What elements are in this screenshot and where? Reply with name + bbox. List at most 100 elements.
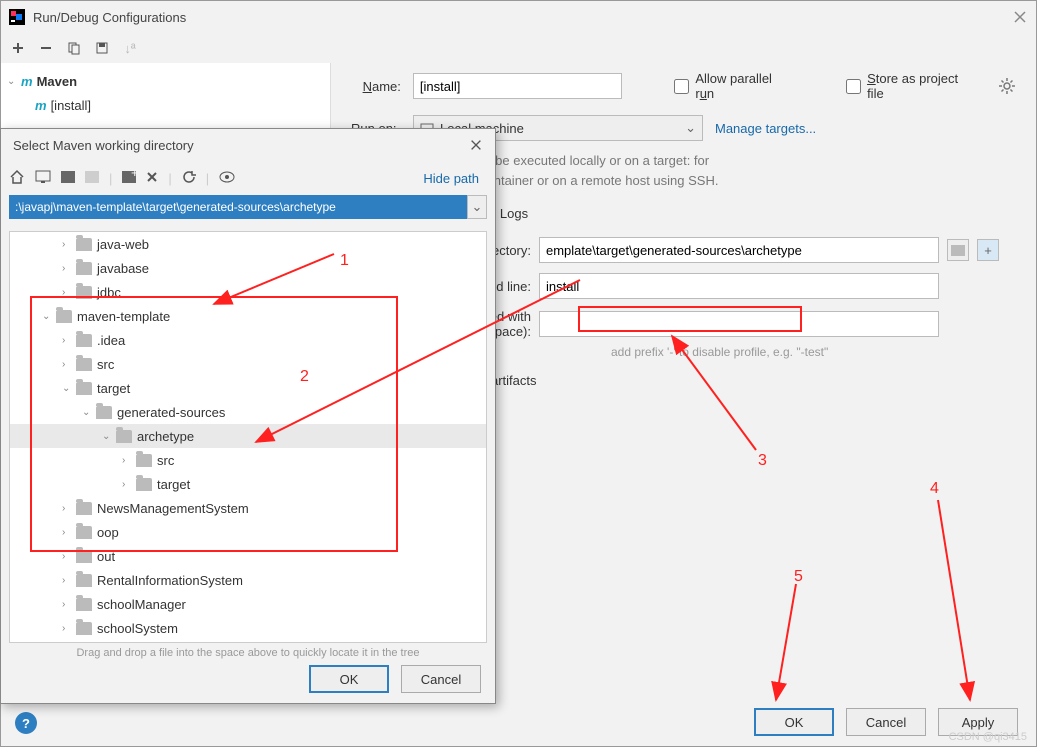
refresh-icon[interactable] xyxy=(182,170,196,187)
chevron-right-icon[interactable]: › xyxy=(62,551,76,562)
folder-node[interactable]: ›schoolManager xyxy=(10,592,486,616)
folder-icon xyxy=(76,262,92,275)
workdir-input[interactable] xyxy=(539,237,939,263)
cmdline-input[interactable] xyxy=(539,273,939,299)
folder-node[interactable]: ›oop xyxy=(10,520,486,544)
folder-node[interactable]: › schoolSystem xyxy=(10,616,486,640)
folder-icon xyxy=(56,310,72,323)
folder-node[interactable]: › java-web xyxy=(10,232,486,256)
directory-tree[interactable]: › java-web ›javabase›jdbc⌄maven-template ›.… xyxy=(9,231,487,643)
gear-icon[interactable] xyxy=(998,77,1016,95)
popup-cancel-button[interactable]: Cancel xyxy=(401,665,481,693)
folder-label: src xyxy=(97,357,114,372)
folder-node[interactable]: › NewsManagementSystem xyxy=(10,496,486,520)
folder-label: generated-sources xyxy=(117,405,225,420)
folder-node[interactable]: ⌄ generated-sources xyxy=(10,400,486,424)
chevron-down-icon[interactable]: ⌄ xyxy=(102,431,116,442)
name-input[interactable] xyxy=(413,73,623,99)
close-icon[interactable] xyxy=(1012,9,1028,25)
folder-icon xyxy=(136,454,152,467)
popup-toolbar: | + | | Hide path xyxy=(1,161,495,195)
browse-folder-icon[interactable] xyxy=(947,239,969,261)
sort-icon[interactable]: ↓ª xyxy=(121,39,139,57)
chevron-right-icon[interactable]: › xyxy=(62,359,76,370)
folder-label: .idea xyxy=(97,333,125,348)
tab-logs[interactable]: Logs xyxy=(500,204,528,223)
folder-label: java-web xyxy=(97,237,149,252)
project-icon[interactable] xyxy=(61,171,75,186)
tree-item-install[interactable]: m [install] xyxy=(1,93,330,117)
path-input-row: ⌄ xyxy=(9,195,487,219)
folder-label: schoolSystem xyxy=(97,621,178,636)
tree-root-maven[interactable]: ⌄ m Maven xyxy=(1,69,330,93)
insert-path-icon[interactable]: + xyxy=(977,239,999,261)
chevron-right-icon[interactable]: › xyxy=(62,239,76,250)
allow-parallel-checkbox[interactable]: Allow parallel run xyxy=(674,71,794,101)
folder-node[interactable]: ›target xyxy=(10,472,486,496)
path-dropdown-icon[interactable]: ⌄ xyxy=(467,195,487,219)
popup-title: Select Maven working directory xyxy=(13,138,194,153)
folder-node[interactable]: ⌄maven-template xyxy=(10,304,486,328)
intellij-logo-icon xyxy=(9,9,25,25)
chevron-right-icon[interactable]: › xyxy=(62,527,76,538)
close-icon[interactable] xyxy=(469,138,483,152)
title-bar: Run/Debug Configurations xyxy=(1,1,1036,33)
add-icon[interactable] xyxy=(9,39,27,57)
folder-icon xyxy=(76,598,92,611)
folder-node[interactable]: ›RentalInformationSystem xyxy=(10,568,486,592)
popup-title-bar: Select Maven working directory xyxy=(1,129,495,161)
chevron-right-icon[interactable]: › xyxy=(62,335,76,346)
tree-item-label: [install] xyxy=(51,98,91,113)
chevron-right-icon[interactable]: › xyxy=(122,479,136,490)
folder-node[interactable]: › .idea xyxy=(10,328,486,352)
dialog-title: Run/Debug Configurations xyxy=(33,10,1012,25)
folder-node[interactable]: › src xyxy=(10,352,486,376)
popup-ok-button[interactable]: OK xyxy=(309,665,389,693)
chevron-right-icon[interactable]: › xyxy=(62,623,76,634)
path-input[interactable] xyxy=(9,195,467,219)
folder-icon xyxy=(76,334,92,347)
folder-label: archetype xyxy=(137,429,194,444)
chevron-right-icon[interactable]: › xyxy=(62,575,76,586)
popup-footer: OK Cancel xyxy=(309,665,481,693)
new-folder-icon[interactable]: + xyxy=(122,171,136,186)
folder-node[interactable]: ›javabase xyxy=(10,256,486,280)
cancel-button[interactable]: Cancel xyxy=(846,708,926,736)
remove-icon[interactable] xyxy=(37,39,55,57)
save-template-icon[interactable] xyxy=(93,39,111,57)
store-project-checkbox[interactable]: Store as project file xyxy=(846,71,978,101)
folder-node[interactable]: ›jdbc xyxy=(10,280,486,304)
ok-button[interactable]: OK xyxy=(754,708,834,736)
chevron-down-icon[interactable]: ⌄ xyxy=(82,407,96,418)
folder-node[interactable]: ⌄ archetype xyxy=(10,424,486,448)
home-icon[interactable] xyxy=(9,169,25,188)
maven-icon: m xyxy=(35,98,47,113)
folder-icon xyxy=(76,526,92,539)
chevron-down-icon[interactable]: ⌄ xyxy=(62,383,76,394)
folder-icon xyxy=(76,502,92,515)
folder-node[interactable]: ›src xyxy=(10,448,486,472)
chevron-down-icon[interactable]: ⌄ xyxy=(7,76,21,87)
hide-path-link[interactable]: Hide path xyxy=(423,171,479,186)
help-icon[interactable]: ? xyxy=(15,712,37,734)
chevron-right-icon[interactable]: › xyxy=(62,287,76,298)
copy-icon[interactable] xyxy=(65,39,83,57)
desktop-icon[interactable] xyxy=(35,170,51,187)
profiles-input[interactable] xyxy=(539,311,939,337)
chevron-right-icon[interactable]: › xyxy=(62,599,76,610)
folder-label: NewsManagementSystem xyxy=(97,501,249,516)
folder-icon xyxy=(76,574,92,587)
show-hidden-icon[interactable] xyxy=(219,171,235,186)
chevron-right-icon[interactable]: › xyxy=(62,263,76,274)
chevron-right-icon[interactable]: › xyxy=(62,503,76,514)
chevron-down-icon[interactable]: ⌄ xyxy=(42,311,56,322)
delete-icon[interactable] xyxy=(146,171,158,186)
manage-targets-link[interactable]: Manage targets... xyxy=(715,121,816,136)
folder-node[interactable]: ⌄target xyxy=(10,376,486,400)
folder-icon xyxy=(76,382,92,395)
name-label: Name: xyxy=(351,79,401,94)
folder-node[interactable]: ›out xyxy=(10,544,486,568)
module-icon[interactable] xyxy=(85,171,99,186)
chevron-right-icon[interactable]: › xyxy=(122,455,136,466)
chevron-down-icon: ⌄ xyxy=(685,120,696,136)
